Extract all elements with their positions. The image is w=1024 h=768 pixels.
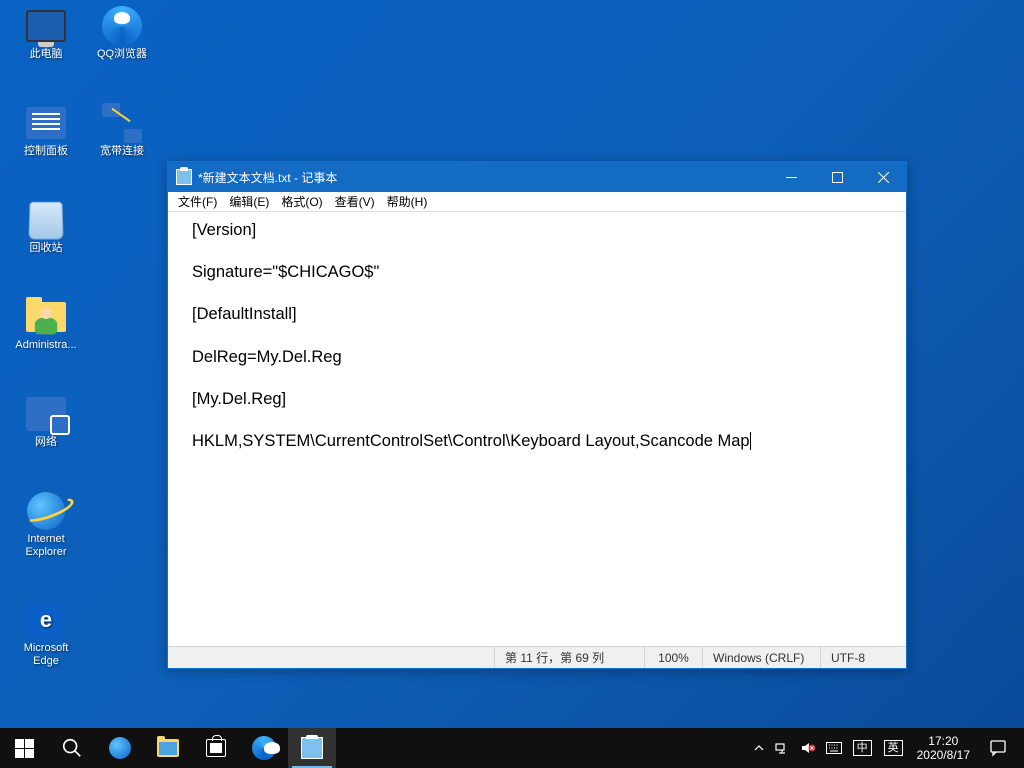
menu-view[interactable]: 查看(V) xyxy=(329,192,381,211)
notification-icon xyxy=(989,739,1007,757)
menu-format[interactable]: 格式(O) xyxy=(275,192,328,211)
search-icon xyxy=(61,737,83,759)
taskbar-edge[interactable] xyxy=(96,728,144,768)
notepad-app-icon xyxy=(176,169,192,185)
tray-ime-en[interactable]: 英 xyxy=(878,728,909,768)
menubar: 文件(F) 编辑(E) 格式(O) 查看(V) 帮助(H) xyxy=(168,192,906,212)
minimize-button[interactable] xyxy=(768,162,814,192)
tray-keyboard-icon[interactable] xyxy=(821,728,847,768)
systray: 中 英 17:20 2020/8/17 xyxy=(749,728,1024,768)
qq-browser-icon[interactable]: QQ浏览器 xyxy=(86,6,158,80)
titlebar[interactable]: *新建文本文档.txt - 记事本 xyxy=(168,162,906,192)
tray-overflow-button[interactable] xyxy=(749,728,769,768)
tray-network-icon[interactable] xyxy=(769,728,795,768)
menu-help[interactable]: 帮助(H) xyxy=(381,192,434,211)
taskbar-file-explorer[interactable] xyxy=(144,728,192,768)
action-center-button[interactable] xyxy=(978,728,1018,768)
taskbar-notepad[interactable] xyxy=(288,728,336,768)
taskbar-qq-browser[interactable] xyxy=(240,728,288,768)
control-panel-icon[interactable]: 控制面板 xyxy=(10,103,82,177)
menu-file[interactable]: 文件(F) xyxy=(172,192,223,211)
tray-ime-cn[interactable]: 中 xyxy=(847,728,878,768)
status-line-ending: Windows (CRLF) xyxy=(702,647,820,668)
internet-explorer-icon[interactable]: Internet Explorer xyxy=(10,491,82,565)
notepad-icon xyxy=(301,737,323,759)
status-position: 第 11 行，第 69 列 xyxy=(494,647,644,668)
notepad-window: *新建文本文档.txt - 记事本 文件(F) 编辑(E) 格式(O) 查看(V… xyxy=(167,161,907,669)
microsoft-edge-icon[interactable]: eMicrosoft Edge xyxy=(10,600,82,674)
taskbar-store[interactable] xyxy=(192,728,240,768)
close-button[interactable] xyxy=(860,162,906,192)
microsoft-store-icon xyxy=(206,739,226,757)
taskbar: 中 英 17:20 2020/8/17 xyxy=(0,728,1024,768)
status-zoom: 100% xyxy=(644,647,702,668)
broadband-connection-icon[interactable]: 宽带连接 xyxy=(86,103,158,177)
editor-content: [Version] Signature="$CHICAGO$" [Default… xyxy=(192,221,750,450)
administrator-folder-icon[interactable]: Administra... xyxy=(10,297,82,371)
text-caret xyxy=(750,432,751,450)
windows-logo-icon xyxy=(15,739,34,758)
menu-edit[interactable]: 编辑(E) xyxy=(223,192,275,211)
file-explorer-icon xyxy=(157,739,179,757)
chevron-up-icon xyxy=(754,743,764,753)
clock-time: 17:20 xyxy=(917,734,970,748)
maximize-button[interactable] xyxy=(814,162,860,192)
recycle-bin-icon[interactable]: 回收站 xyxy=(10,200,82,274)
search-button[interactable] xyxy=(48,728,96,768)
taskbar-clock[interactable]: 17:20 2020/8/17 xyxy=(909,728,978,768)
window-title: *新建文本文档.txt - 记事本 xyxy=(198,169,768,186)
statusbar: 第 11 行，第 69 列 100% Windows (CRLF) UTF-8 xyxy=(168,646,906,668)
edge-icon xyxy=(109,737,131,759)
start-button[interactable] xyxy=(0,728,48,768)
status-encoding: UTF-8 xyxy=(820,647,906,668)
network-icon[interactable]: 网络 xyxy=(10,394,82,468)
clock-date: 2020/8/17 xyxy=(917,748,970,762)
this-pc-icon[interactable]: 此电脑 xyxy=(10,6,82,80)
qq-browser-icon xyxy=(252,736,276,760)
text-editor-area[interactable]: [Version] Signature="$CHICAGO$" [Default… xyxy=(168,212,906,646)
tray-volume-icon[interactable] xyxy=(795,728,821,768)
